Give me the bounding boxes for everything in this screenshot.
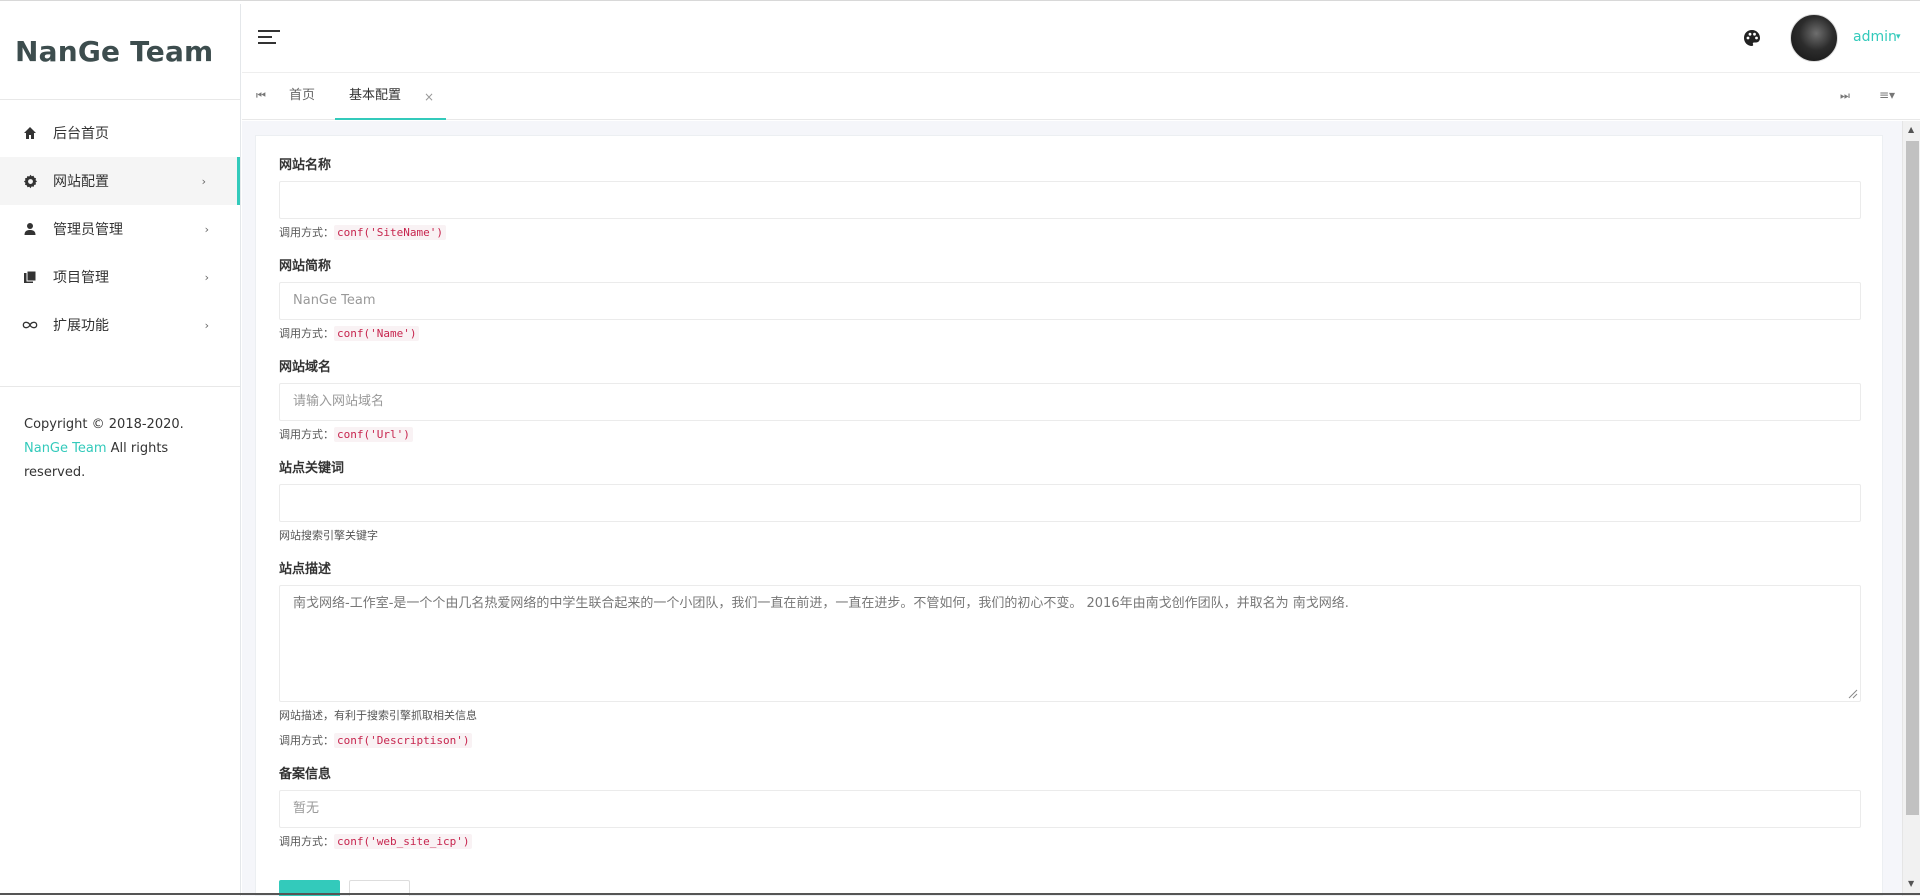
icp-input[interactable]: 暂无 [279,790,1861,828]
scroll-up-arrow-icon[interactable]: ▲ [1908,125,1914,134]
chevron-right-icon: › [204,318,209,332]
field-label-site-name: 网站名称 [279,158,332,173]
field-label-site-domain: 网站域名 [279,360,332,375]
site-short-name-input[interactable]: NanGe Team [279,282,1861,320]
sidebar-item-project-manage[interactable]: 项目管理 › [0,253,240,301]
sidebar-item-label: 后台首页 [53,126,109,142]
sidebar-item-admin-manage[interactable]: 管理员管理 › [0,205,240,253]
help-description: 网站描述，有利于搜索引擎抓取相关信息 [279,709,477,722]
book-icon [22,269,38,285]
scrollbar-thumb[interactable] [1906,141,1919,815]
help-description-code: 调用方式： conf('Descriptison') [279,733,1861,749]
scroll-down-arrow-icon[interactable]: ▼ [1908,879,1914,888]
sidebar-nav: 后台首页 网站配置 › 管理员管理 › 项目管理 › 扩展功能 › [0,100,240,349]
tab-menu-icon[interactable]: ≡▾ [1879,88,1895,102]
chevron-right-icon: › [204,222,209,236]
sidebar-item-extensions[interactable]: 扩展功能 › [0,301,240,349]
config-form: 网站名称 调用方式： conf('SiteName') 网站简称 NanGe Te… [279,158,1861,850]
site-domain-input[interactable]: 请输入网站域名 [279,383,1861,421]
vertical-scrollbar[interactable]: ▲ ▼ [1902,121,1920,896]
field-label-description: 站点描述 [279,562,332,577]
gear-icon [22,173,38,189]
tab-bar: ⏮ 首页 基本配置 × ⏭ ≡▾ [242,74,1920,120]
copyright-link[interactable]: NanGe Team [24,441,107,456]
keywords-input[interactable] [279,484,1861,522]
sidebar-item-label: 管理员管理 [53,222,123,238]
menu-toggle-button[interactable] [258,30,280,48]
infinity-icon [22,317,38,333]
description-textarea[interactable]: 南戈网络-工作室-是一个个由几名热爱网络的中学生联合起来的一个小团队，我们一直在… [279,585,1861,702]
field-label-site-short-name: 网站简称 [279,259,332,274]
help-keywords: 网站搜索引擎关键字 [279,529,378,542]
code-snippet: conf('web_site_icp') [334,834,473,849]
tab-home[interactable]: 首页 [277,74,327,120]
logo[interactable]: NanGe Team [0,4,240,100]
top-header: admin ▾ [242,4,1920,73]
help-site-domain: 调用方式： conf('Url') [279,427,1861,443]
chevron-right-icon: › [204,270,209,284]
code-snippet: conf('SiteName') [334,225,446,240]
sidebar-item-label: 扩展功能 [53,318,109,334]
close-icon[interactable]: × [424,90,434,104]
code-snippet: conf('Name') [334,326,420,341]
palette-icon[interactable] [1742,28,1762,48]
sidebar-item-dashboard[interactable]: 后台首页 [0,109,240,157]
field-label-icp: 备案信息 [279,767,332,782]
sidebar: NanGe Team 后台首页 网站配置 › 管理员管理 › 项目管理 › 扩展… [0,4,241,896]
avatar[interactable] [1790,14,1838,62]
copyright: Copyright © 2018-2020. NanGe Team All ri… [24,417,184,480]
tab-scroll-left-icon[interactable]: ⏮ [256,89,266,103]
sidebar-item-label: 网站配置 [53,174,109,190]
sidebar-item-label: 项目管理 [53,270,109,286]
user-icon [22,221,38,237]
home-icon [22,125,38,141]
code-snippet: conf('Descriptison') [334,733,473,748]
caret-down-icon[interactable]: ▾ [1896,32,1901,42]
help-site-name: 调用方式： conf('SiteName') [279,225,1861,241]
sidebar-item-site-config[interactable]: 网站配置 › [0,157,240,205]
field-label-keywords: 站点关键词 [279,461,345,476]
tab-scroll-right-icon[interactable]: ⏭ [1840,89,1850,103]
resize-handle-icon[interactable] [1848,689,1858,699]
help-site-short-name: 调用方式： conf('Name') [279,326,1861,342]
code-snippet: conf('Url') [334,427,413,442]
user-menu[interactable]: admin [1853,29,1897,45]
site-name-input[interactable] [279,181,1861,219]
chevron-right-icon: › [201,174,206,188]
help-icp: 调用方式： conf('web_site_icp') [279,834,1861,850]
